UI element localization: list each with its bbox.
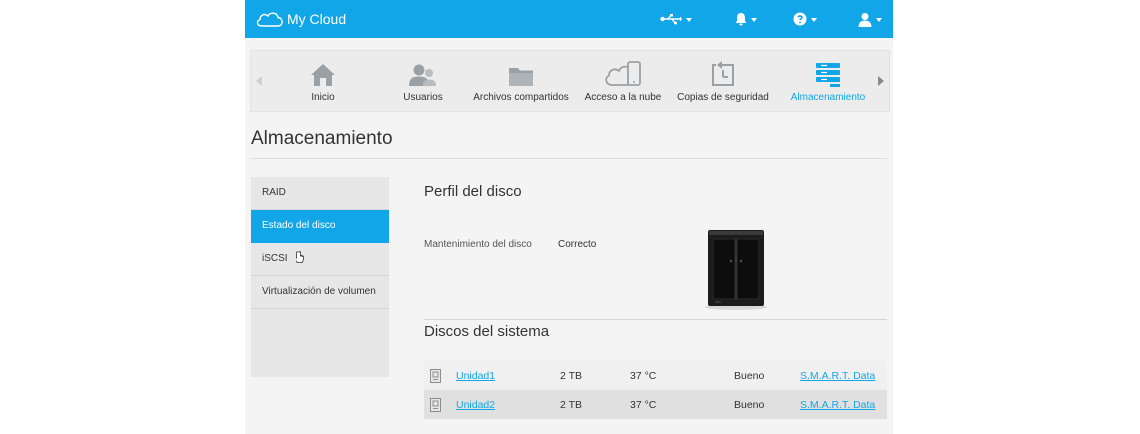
app-title: My Cloud [287, 11, 347, 27]
sidebar-item-iscsi[interactable]: iSCSI [251, 243, 389, 276]
divider [251, 158, 887, 159]
nav-item-almacenamiento[interactable]: Almacenamiento [783, 51, 873, 111]
disk-size: 2 TB [560, 370, 582, 382]
folder-icon [509, 68, 533, 86]
sidebar-item-estado-disco[interactable]: Estado del disco [251, 210, 389, 243]
chevron-down-icon [686, 18, 692, 22]
smart-data-link[interactable]: S.M.A.R.T. Data [800, 399, 875, 411]
hand-cursor-icon [296, 251, 304, 263]
profile-title: Perfil del disco [424, 183, 522, 200]
disk-table: Unidad1 2 TB 37 °C Bueno S.M.A.R.T. Data… [424, 361, 887, 419]
disk-temperature: 37 °C [630, 370, 657, 382]
home-icon [311, 64, 335, 86]
maintenance-value: Correcto [558, 239, 597, 250]
nav-item-inicio[interactable]: Inicio [293, 51, 353, 111]
app-window: My Cloud Inicio Usuarios Archivos compar… [245, 0, 893, 434]
main-nav: Inicio Usuarios Archivos compartidos Acc… [250, 50, 890, 112]
disk-name-link[interactable]: Unidad1 [456, 370, 495, 382]
sidebar-item-virtualizacion[interactable]: Virtualización de volumen [251, 276, 389, 309]
chevron-right-icon [878, 76, 884, 86]
chevron-down-icon [811, 18, 817, 22]
disk-status: Bueno [734, 399, 765, 411]
alerts-menu-button[interactable] [735, 9, 757, 29]
page-title: Almacenamiento [251, 128, 393, 149]
cloud-logo-icon [256, 12, 283, 27]
chevron-down-icon [876, 18, 882, 22]
nav-scroll-right-button[interactable] [873, 51, 889, 111]
nav-scroll-left-button[interactable] [251, 51, 267, 111]
disk-icon [430, 369, 441, 383]
backup-icon [712, 61, 734, 86]
sidebar-item-raid[interactable]: RAID [251, 177, 389, 210]
cloud-mobile-icon [605, 61, 641, 86]
nav-item-copias-seguridad[interactable]: Copias de seguridad [673, 51, 773, 111]
chevron-down-icon [751, 18, 757, 22]
help-icon [793, 12, 807, 26]
nav-item-acceso-nube[interactable]: Acceso a la nube [583, 51, 663, 111]
divider [424, 319, 887, 320]
sidebar: RAID Estado del disco iSCSI Virtualizaci… [251, 177, 389, 377]
disk-size: 2 TB [560, 399, 582, 411]
nav-item-archivos-compartidos[interactable]: Archivos compartidos [471, 51, 571, 111]
user-menu-button[interactable] [858, 9, 882, 29]
disks-title: Discos del sistema [424, 323, 550, 340]
disk-icon [430, 398, 441, 412]
disk-name-link[interactable]: Unidad2 [456, 399, 495, 411]
usb-icon [660, 14, 682, 25]
table-row: Unidad2 2 TB 37 °C Bueno S.M.A.R.T. Data [424, 390, 887, 419]
usb-menu-button[interactable] [660, 9, 692, 29]
users-icon [409, 64, 436, 86]
storage-icon [816, 63, 840, 87]
maintenance-label: Mantenimiento del disco [424, 239, 532, 250]
smart-data-link[interactable]: S.M.A.R.T. Data [800, 370, 875, 382]
top-bar: My Cloud [245, 0, 893, 38]
nav-item-usuarios[interactable]: Usuarios [393, 51, 453, 111]
bell-icon [735, 13, 747, 26]
user-icon [858, 12, 872, 27]
disk-status: Bueno [734, 370, 765, 382]
sidebar-item-label: iSCSI [262, 253, 288, 264]
table-row: Unidad1 2 TB 37 °C Bueno S.M.A.R.T. Data [424, 361, 887, 390]
nas-device-image [705, 230, 767, 310]
disk-temperature: 37 °C [630, 399, 657, 411]
help-menu-button[interactable] [793, 9, 817, 29]
chevron-left-icon [256, 76, 262, 86]
